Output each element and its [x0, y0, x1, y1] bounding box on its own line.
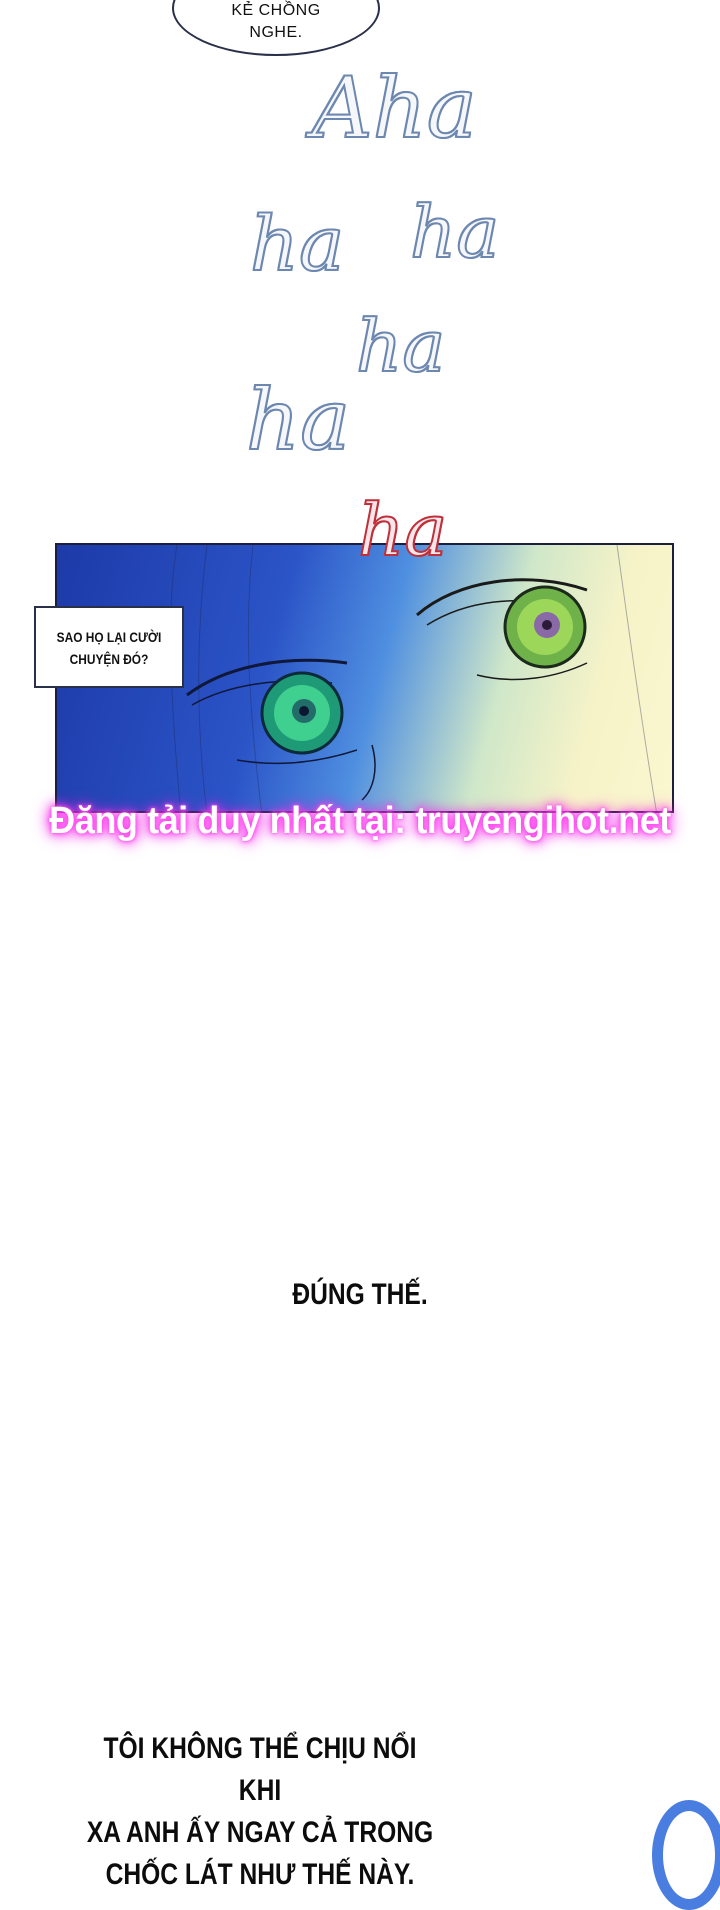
laugh-sfx-aha: Aha [311, 59, 478, 157]
bubble-line-1: KẺ CHỒNG [231, 2, 321, 19]
laugh-sfx-ha-2: ha [249, 199, 345, 288]
narration-1: ĐÚNG THẾ. [292, 1278, 428, 1311]
laugh-sfx-ha-4: ha [245, 371, 351, 469]
narration-2-line-3: CHỐC LÁT NHƯ THẾ NÀY. [105, 1858, 415, 1891]
blue-ring-shape [652, 1800, 720, 1910]
caption-line-2: CHUYỆN ĐÓ? [69, 651, 149, 667]
laugh-sfx-ha-1: ha [409, 190, 500, 274]
laugh-sfx-ha-red: ha [357, 488, 448, 572]
narration-2-line-2: XA ANH ẤY NGAY CẢ TRONG [86, 1816, 434, 1849]
narration-2-line-1: TÔI KHÔNG THỂ CHỊU NỔI KHI [103, 1732, 417, 1807]
caption-line-1: SAO HỌ LẠI CƯỜI [56, 629, 162, 645]
caption-box: SAO HỌ LẠI CƯỜI CHUYỆN ĐÓ? [34, 606, 184, 688]
left-eye [186, 658, 358, 765]
nose-line [361, 744, 376, 801]
speech-bubble-top: KẺ CHỒNG NGHE. [172, 0, 380, 56]
narration-2: TÔI KHÔNG THỂ CHỊU NỔI KHI XA ANH ẤY NGA… [80, 1728, 441, 1896]
bubble-line-2: NGHE. [249, 24, 303, 41]
watermark-text: Đăng tải duy nhất tại: truyengihot.net [49, 800, 671, 842]
right-eye [416, 578, 588, 681]
laugh-sfx-ha-3: ha [355, 304, 446, 388]
